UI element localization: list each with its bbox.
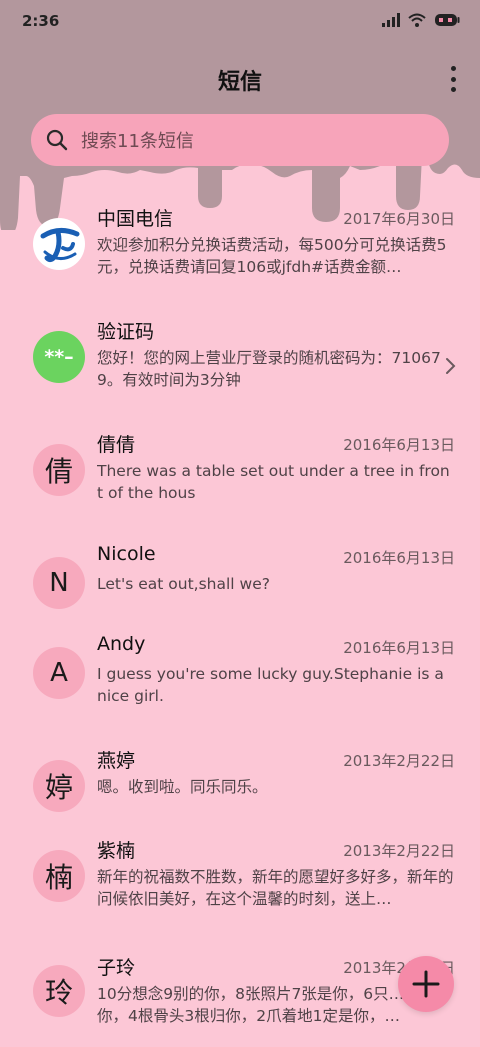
plus-icon [412,970,440,998]
avatar: 楠 [33,850,85,902]
status-bar: 2:36 [0,0,480,44]
message-date: 2013年2月22日 [343,842,455,860]
avatar: 婷 [33,760,85,812]
list-item[interactable]: 楠 紫楠 2013年2月22日 新年的祝福数不胜数，新年的愿望好多好多，新年的问… [0,830,480,947]
china-telecom-logo-icon [33,218,85,270]
message-preview: Let's eat out,shall we? [97,575,270,593]
list-item[interactable]: N Nicole 2016年6月13日 Let's eat out,shall … [0,537,480,627]
avatar: 倩 [33,444,85,496]
contact-name: 燕婷 [97,750,136,772]
message-preview: 嗯。收到啦。同乐同乐。 [97,778,268,796]
list-item[interactable]: 婷 燕婷 2013年2月22日 嗯。收到啦。同乐同乐。 [0,740,480,830]
message-date: 2013年2月22日 [343,752,455,770]
contact-name: 验证码 [97,321,155,343]
avatar: N [33,557,85,609]
search-placeholder: 搜索11条短信 [81,131,194,152]
message-preview: 欢迎参加积分兑换话费活动，每500分可兑换话费5元，兑换话费请回复106或jfd… [97,236,447,276]
list-item[interactable]: 倩 倩倩 2016年6月13日 There was a table set ou… [0,424,480,537]
list-item[interactable]: 中国电信 2017年6月30日 欢迎参加积分兑换话费活动，每500分可兑换话费5… [0,198,480,311]
signal-icon [382,13,400,27]
contact-name: 子玲 [97,957,136,979]
contact-name: 中国电信 [97,208,174,230]
status-icons [382,13,460,27]
list-item[interactable]: **– 验证码 您好！您的网上营业厅登录的随机密码为：710679。有效时间为3… [0,311,480,424]
message-preview: I guess you're some lucky guy.Stephanie … [97,665,444,705]
new-message-button[interactable] [398,956,454,1012]
message-preview: There was a table set out under a tree i… [97,462,450,502]
page-title: 短信 [217,70,262,95]
app-header: 短信 [0,56,480,102]
message-preview: 新年的祝福数不胜数，新年的愿望好多好多，新年的问候依旧美好，在这个温馨的时刻，送… [97,868,454,908]
contact-name: 倩倩 [97,434,136,456]
chevron-right-icon[interactable] [444,357,456,375]
contact-name: Andy [97,633,146,655]
more-options-icon[interactable] [448,66,458,92]
message-date: 2016年6月13日 [343,549,455,567]
avatar: 玲 [33,965,85,1017]
contact-name: 紫楠 [97,840,136,862]
avatar: A [33,647,85,699]
list-item[interactable]: A Andy 2016年6月13日 I guess you're some lu… [0,627,480,740]
search-icon [46,129,68,151]
message-date: 2016年6月13日 [343,436,455,454]
message-preview: 您好！您的网上营业厅登录的随机密码为：710679。有效时间为3分钟 [97,349,441,389]
message-date: 2017年6月30日 [343,210,455,228]
message-date: 2016年6月13日 [343,639,455,657]
wifi-icon [408,13,426,27]
search-input[interactable]: 搜索11条短信 [31,114,449,166]
verification-code-avatar: **– [33,331,85,383]
battery-icon [435,14,460,26]
conversation-list: 中国电信 2017年6月30日 欢迎参加积分兑换话费活动，每500分可兑换话费5… [0,198,480,1047]
contact-name: Nicole [97,543,156,565]
status-time: 2:36 [22,12,60,30]
